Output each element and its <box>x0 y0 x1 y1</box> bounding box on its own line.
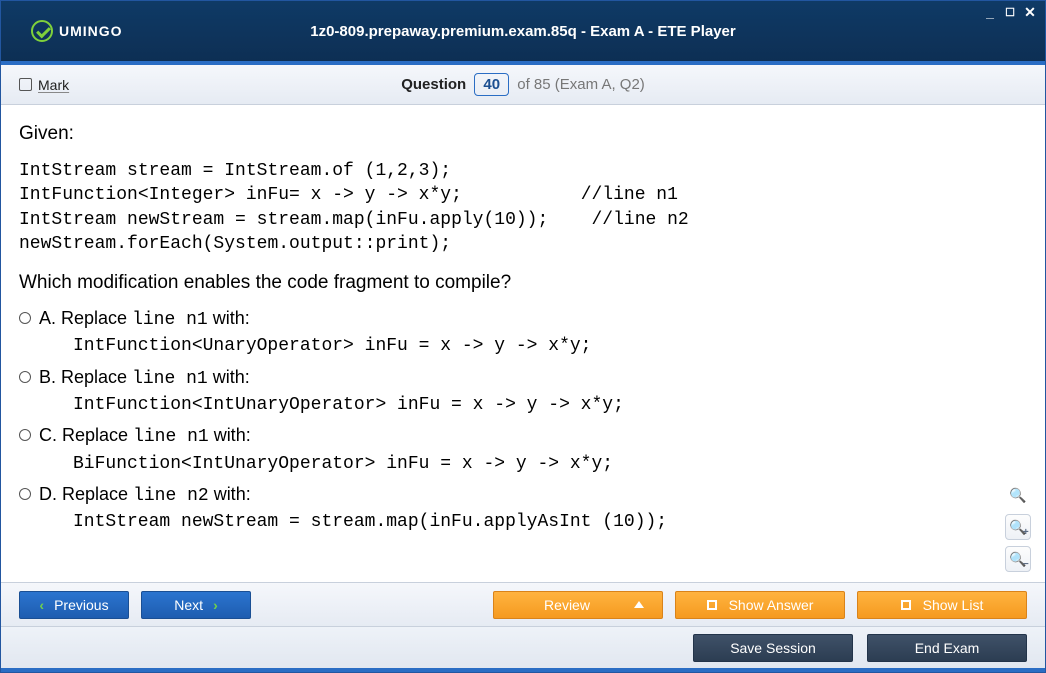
triangle-up-icon <box>634 601 644 608</box>
next-button[interactable]: Next› <box>141 591 251 619</box>
question-prompt: Which modification enables the code frag… <box>19 272 1027 294</box>
option-b[interactable]: B. Replace line n1 with: <box>19 365 1027 391</box>
nav-footer: ‹Previous Next› Review Show Answer Show … <box>1 582 1045 626</box>
close-icon[interactable]: ✕ <box>1023 5 1037 19</box>
options-group: A. Replace line n1 with: IntFunction<Una… <box>19 306 1027 534</box>
bottom-accent-bar <box>1 668 1045 672</box>
zoom-in-button[interactable]: 🔍+ <box>1005 514 1031 540</box>
option-d-code: IntStream newStream = stream.map(inFu.ap… <box>19 510 1027 534</box>
previous-button[interactable]: ‹Previous <box>19 591 129 619</box>
question-header: Mark Question 40 of 85 (Exam A, Q2) <box>1 65 1045 105</box>
radio-icon <box>19 488 31 500</box>
question-number-input[interactable]: 40 <box>474 73 509 96</box>
show-list-button[interactable]: Show List <box>857 591 1027 619</box>
chevron-right-icon: › <box>213 597 218 613</box>
chevron-left-icon: ‹ <box>39 597 44 613</box>
question-indicator: Question 40 of 85 (Exam A, Q2) <box>1 73 1045 96</box>
app-title: 1z0-809.prepaway.premium.exam.85q - Exam… <box>1 23 1045 40</box>
end-exam-button[interactable]: End Exam <box>867 634 1027 662</box>
show-answer-button[interactable]: Show Answer <box>675 591 845 619</box>
radio-icon <box>19 429 31 441</box>
given-label: Given: <box>19 123 1027 145</box>
option-b-code: IntFunction<IntUnaryOperator> inFu = x -… <box>19 393 1027 417</box>
radio-icon <box>19 312 31 324</box>
review-button[interactable]: Review <box>493 591 663 619</box>
maximize-icon[interactable]: ☐ <box>1003 5 1017 19</box>
code-block: IntStream stream = IntStream.of (1,2,3);… <box>19 159 1027 256</box>
app-header: UMINGO 1z0-809.prepaway.premium.exam.85q… <box>1 1 1045 65</box>
option-a[interactable]: A. Replace line n1 with: <box>19 306 1027 332</box>
minimize-icon[interactable]: _ <box>983 5 997 19</box>
question-total: of 85 (Exam A, Q2) <box>517 76 645 93</box>
question-content: Given: IntStream stream = IntStream.of (… <box>1 105 1045 582</box>
save-session-button[interactable]: Save Session <box>693 634 853 662</box>
stop-icon <box>707 600 717 610</box>
zoom-out-button[interactable]: 🔍− <box>1005 546 1031 572</box>
question-label: Question <box>401 76 466 93</box>
option-a-code: IntFunction<UnaryOperator> inFu = x -> y… <box>19 334 1027 358</box>
stop-icon <box>901 600 911 610</box>
radio-icon <box>19 371 31 383</box>
search-icon[interactable]: 🔍 <box>1005 482 1031 508</box>
session-footer: Save Session End Exam <box>1 626 1045 668</box>
option-d[interactable]: D. Replace line n2 with: <box>19 482 1027 508</box>
option-c-code: BiFunction<IntUnaryOperator> inFu = x ->… <box>19 452 1027 476</box>
option-c[interactable]: C. Replace line n1 with: <box>19 423 1027 449</box>
